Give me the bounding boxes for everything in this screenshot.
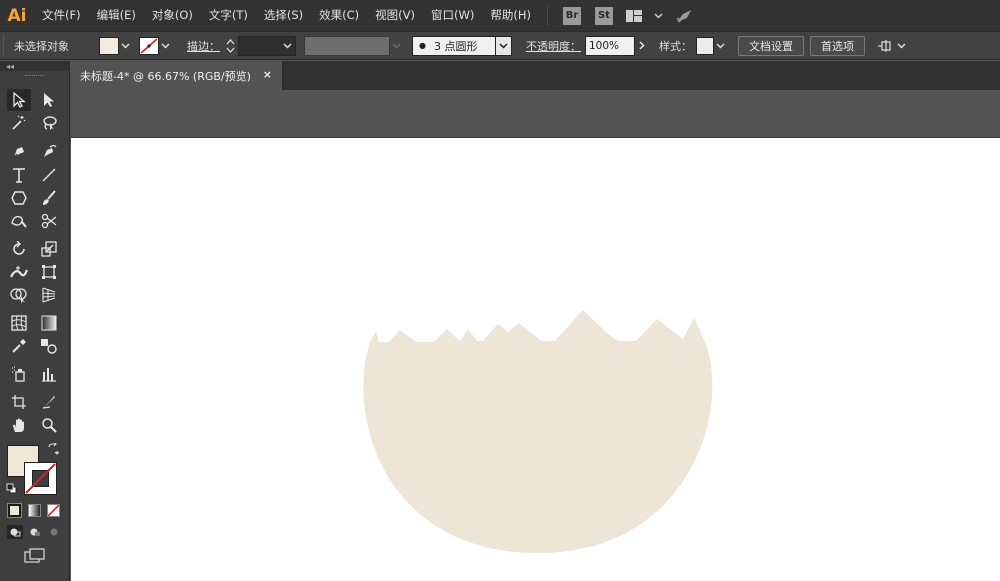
stroke-swatch[interactable] bbox=[139, 36, 159, 55]
stroke-weight-input[interactable] bbox=[238, 35, 296, 56]
opacity-arrow-icon[interactable] bbox=[635, 37, 649, 55]
shape-builder-tool-icon[interactable] bbox=[7, 284, 31, 306]
chevron-down-icon[interactable] bbox=[654, 12, 663, 19]
slice-tool-icon[interactable] bbox=[37, 391, 61, 413]
chevron-down-icon[interactable] bbox=[897, 42, 906, 49]
toolbox-grip[interactable] bbox=[0, 71, 69, 81]
stock-button[interactable]: St bbox=[594, 6, 613, 25]
control-bar: 未选择对象 描边： ● 3 点圆形 不透明度： 100% 样式： 文档设置 首选… bbox=[0, 31, 1000, 60]
brush-dot-icon: ● bbox=[419, 41, 426, 50]
broken-eggshell-shape[interactable] bbox=[71, 138, 1000, 581]
brush-definition[interactable]: ● 3 点圆形 bbox=[412, 35, 496, 56]
gradient-mode-button[interactable] bbox=[28, 504, 41, 517]
menu-type[interactable]: 文字(T) bbox=[201, 0, 256, 31]
blend-tool-icon[interactable] bbox=[37, 335, 61, 357]
selection-tool-icon[interactable] bbox=[7, 89, 31, 111]
menu-help[interactable]: 帮助(H) bbox=[482, 0, 539, 31]
opacity-label: 不透明度： bbox=[526, 39, 581, 53]
symbol-sprayer-tool-icon[interactable] bbox=[7, 363, 31, 385]
color-mode-button[interactable] bbox=[7, 503, 22, 518]
hand-tool-icon[interactable] bbox=[7, 414, 31, 436]
document-tab-title: 未标题-4* @ 66.67% (RGB/预览) bbox=[80, 69, 251, 83]
fill-swatch[interactable] bbox=[99, 36, 119, 55]
document-setup-button[interactable]: 文档设置 bbox=[738, 35, 804, 56]
scissors-tool-icon[interactable] bbox=[37, 210, 61, 232]
menu-edit[interactable]: 编辑(E) bbox=[89, 0, 144, 31]
app-logo: Ai bbox=[7, 5, 27, 26]
document-tab[interactable]: 未标题-4* @ 66.67% (RGB/预览) × bbox=[71, 61, 283, 90]
column-graph-tool-icon[interactable] bbox=[37, 363, 61, 385]
style-label: 样式： bbox=[659, 39, 692, 53]
artboard-tool-icon[interactable] bbox=[7, 391, 31, 413]
free-transform-tool-icon[interactable] bbox=[37, 261, 61, 283]
stroke-dropdown-icon[interactable] bbox=[159, 37, 171, 55]
menu-view[interactable]: 视图(V) bbox=[367, 0, 423, 31]
artboard[interactable] bbox=[71, 138, 1000, 581]
fill-dropdown-icon[interactable] bbox=[119, 37, 131, 55]
swap-fill-stroke-icon[interactable] bbox=[47, 441, 60, 458]
shaper-tool-icon[interactable] bbox=[7, 210, 31, 232]
graphic-style-swatch[interactable] bbox=[696, 36, 714, 55]
profile-dropdown-icon[interactable] bbox=[390, 37, 402, 55]
paintbrush-tool-icon[interactable] bbox=[37, 187, 61, 209]
bridge-button[interactable]: Br bbox=[562, 6, 581, 25]
brush-label: 3 点圆形 bbox=[433, 39, 478, 53]
draw-inside-icon[interactable] bbox=[46, 525, 62, 539]
width-tool-icon[interactable] bbox=[7, 261, 31, 283]
none-mode-button[interactable] bbox=[47, 504, 60, 517]
control-bar-grip[interactable] bbox=[3, 35, 8, 56]
stroke-weight-stepper[interactable] bbox=[224, 36, 236, 56]
brush-dropdown-icon[interactable] bbox=[496, 35, 512, 56]
rotate-tool-icon[interactable] bbox=[7, 238, 31, 260]
preferences-button[interactable]: 首选项 bbox=[810, 35, 865, 56]
lasso-tool-icon[interactable] bbox=[37, 112, 61, 134]
variable-width-profile[interactable] bbox=[304, 35, 390, 56]
curvature-tool-icon[interactable] bbox=[37, 141, 61, 163]
selection-status: 未选择对象 bbox=[14, 39, 69, 53]
menu-select[interactable]: 选择(S) bbox=[256, 0, 311, 31]
collapse-panel-icon[interactable]: ◂◂ bbox=[0, 61, 69, 71]
opacity-value: 100% bbox=[589, 39, 620, 52]
mesh-tool-icon[interactable] bbox=[7, 312, 31, 334]
magic-wand-tool-icon[interactable] bbox=[7, 112, 31, 134]
pen-tool-icon[interactable] bbox=[7, 141, 31, 163]
menu-effect[interactable]: 效果(C) bbox=[311, 0, 367, 31]
zoom-tool-icon[interactable] bbox=[37, 414, 61, 436]
eyedropper-tool-icon[interactable] bbox=[7, 335, 31, 357]
style-dropdown-icon[interactable] bbox=[714, 37, 726, 55]
gpu-rocket-icon[interactable] bbox=[675, 8, 695, 24]
type-tool-icon[interactable] bbox=[7, 164, 31, 186]
screen-mode-icon[interactable] bbox=[24, 548, 46, 567]
menu-divider bbox=[546, 5, 548, 26]
stroke-color-box[interactable] bbox=[24, 462, 57, 495]
menu-bar: Ai 文件(F) 编辑(E) 对象(O) 文字(T) 选择(S) 效果(C) 视… bbox=[0, 0, 1000, 31]
menu-object[interactable]: 对象(O) bbox=[144, 0, 201, 31]
default-colors-icon[interactable] bbox=[6, 483, 17, 497]
direct-selection-tool-icon[interactable] bbox=[37, 89, 61, 111]
menu-window[interactable]: 窗口(W) bbox=[423, 0, 482, 31]
chevron-down-icon[interactable] bbox=[283, 42, 292, 49]
close-icon[interactable]: × bbox=[263, 68, 272, 81]
scale-tool-icon[interactable] bbox=[37, 238, 61, 260]
draw-behind-icon[interactable] bbox=[27, 525, 43, 539]
stroke-label: 描边： bbox=[187, 39, 220, 53]
menu-file[interactable]: 文件(F) bbox=[34, 0, 89, 31]
tools-panel: ◂◂ bbox=[0, 61, 70, 581]
polygon-tool-icon[interactable] bbox=[7, 187, 31, 209]
document-tab-bar: 未标题-4* @ 66.67% (RGB/预览) × bbox=[71, 61, 1000, 90]
line-segment-tool-icon[interactable] bbox=[37, 164, 61, 186]
workspace-layout-icon[interactable] bbox=[625, 9, 642, 22]
gradient-tool-icon[interactable] bbox=[37, 312, 61, 334]
draw-normal-icon[interactable] bbox=[7, 525, 23, 539]
opacity-input[interactable]: 100% bbox=[585, 35, 635, 56]
pasteboard[interactable] bbox=[71, 90, 1000, 138]
perspective-grid-tool-icon[interactable] bbox=[37, 284, 61, 306]
align-options-icon[interactable] bbox=[877, 39, 893, 53]
